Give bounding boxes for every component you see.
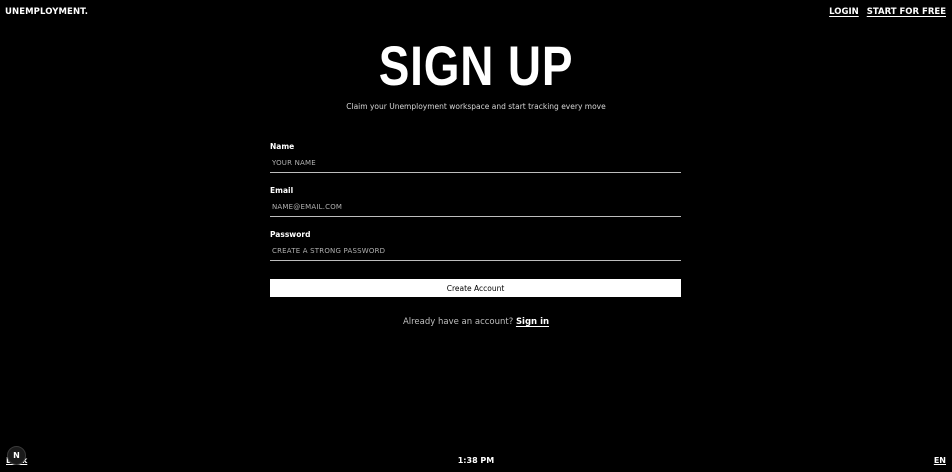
email-label: Email [270,186,294,195]
name-input[interactable] [270,156,681,173]
signup-form: Name Email Password [270,142,681,274]
create-account-button[interactable]: Create Account [270,279,681,297]
language-link[interactable]: EN [934,456,946,465]
email-field-group: Email [270,186,681,217]
signin-link[interactable]: Sign in [516,317,549,327]
name-field-group: Name [270,142,681,173]
password-label: Password [270,230,311,239]
page-title: SIGN UP [378,34,574,97]
clock: 1:38 PM [457,456,495,465]
signin-row: Already have an account? Sign in [0,317,952,327]
brand-logo[interactable]: UNEMPLOYMENT. [5,7,88,17]
page-subtitle: Claim your Unemployment workspace and st… [346,102,606,111]
email-input[interactable] [270,200,681,217]
name-label: Name [270,142,295,151]
signin-prompt: Already have an account? [402,317,514,327]
top-nav: LOGIN START FOR FREE [829,7,946,17]
password-input[interactable] [270,244,681,261]
start-free-link[interactable]: START FOR FREE [867,7,946,17]
password-field-group: Password [270,230,681,261]
login-link[interactable]: LOGIN [829,7,859,17]
